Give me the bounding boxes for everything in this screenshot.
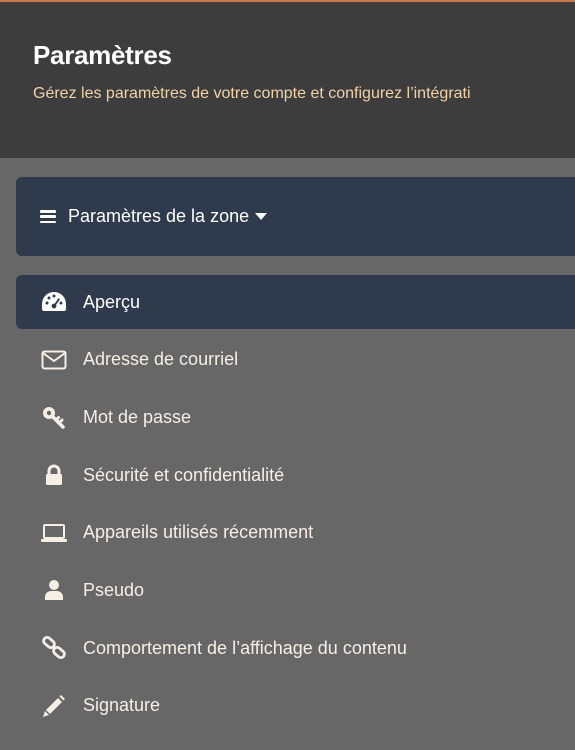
menu-item-signature[interactable]: Signature bbox=[16, 679, 575, 733]
caret-down-icon bbox=[255, 213, 268, 220]
envelope-icon bbox=[40, 346, 68, 374]
menu-item-label: Comportement de l’affichage du contenu bbox=[83, 637, 407, 658]
menu-bars-icon bbox=[40, 210, 56, 223]
page-title: Paramètres bbox=[33, 40, 172, 70]
menu-item-pseudo[interactable]: Pseudo bbox=[16, 563, 575, 617]
user-icon bbox=[40, 576, 68, 604]
zone-settings-dropdown[interactable]: Paramètres de la zone bbox=[16, 177, 575, 256]
menu-item-label: Mot de passe bbox=[83, 406, 192, 427]
menu-item-label: Signature bbox=[83, 695, 161, 716]
menu-item-appareils[interactable]: Appareils utilisés récemment bbox=[16, 506, 575, 560]
menu-item-securite[interactable]: Sécurité et confidentialité bbox=[16, 448, 575, 502]
zone-settings-label: Paramètres de la zone bbox=[68, 206, 250, 226]
menu-item-label: Aperçu bbox=[83, 291, 141, 312]
laptop-icon bbox=[40, 519, 68, 547]
menu-item-affichage-contenu[interactable]: Comportement de l’affichage du contenu bbox=[16, 621, 575, 675]
page-subtitle: Gérez les paramètres de votre compte et … bbox=[33, 85, 471, 102]
lock-icon bbox=[40, 461, 68, 489]
menu-item-label: Appareils utilisés récemment bbox=[83, 522, 314, 543]
settings-menu: Aperçu Adresse de courriel Mot de passe bbox=[16, 275, 575, 737]
menu-item-label: Pseudo bbox=[83, 579, 145, 600]
key-icon bbox=[40, 403, 68, 431]
menu-item-adresse-courriel[interactable]: Adresse de courriel bbox=[16, 333, 575, 387]
menu-item-mot-de-passe[interactable]: Mot de passe bbox=[16, 390, 575, 444]
menu-item-label: Adresse de courriel bbox=[83, 349, 239, 370]
menu-item-apercu[interactable]: Aperçu bbox=[16, 275, 575, 329]
page-header: Paramètres Gérez les paramètres de votre… bbox=[0, 2, 575, 158]
menu-item-label: Sécurité et confidentialité bbox=[83, 464, 285, 485]
link-icon bbox=[40, 634, 68, 662]
pencil-icon bbox=[40, 692, 68, 720]
dashboard-icon bbox=[40, 288, 68, 316]
